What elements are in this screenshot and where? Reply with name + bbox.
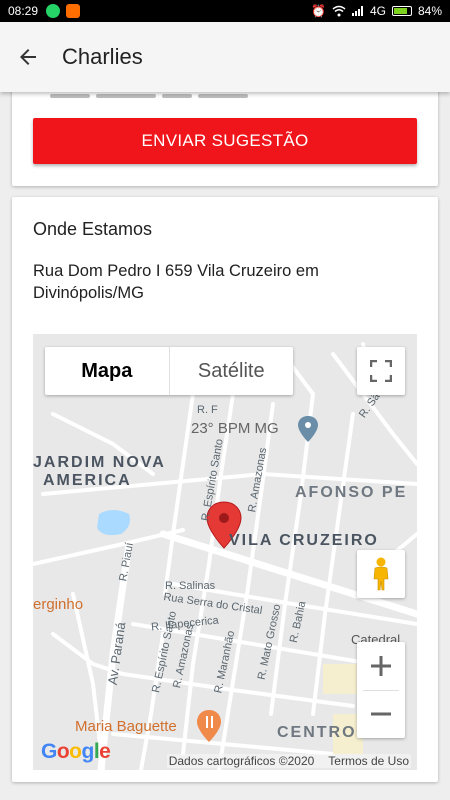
fullscreen-icon: [370, 360, 392, 382]
send-suggestion-button[interactable]: ENVIAR SUGESTÃO: [33, 118, 417, 164]
area-label-vila-cruzeiro: VILA CRUZEIRO: [229, 532, 379, 549]
page-title: Charlies: [62, 44, 143, 69]
map-type-selector: Mapa Satélite: [45, 347, 293, 395]
battery-percent: 84%: [417, 4, 442, 18]
street-salinas: R. Salinas: [165, 580, 216, 592]
battery-icon: [391, 6, 412, 16]
zoom-in-button[interactable]: [357, 642, 405, 690]
status-time: 08:29: [8, 4, 39, 18]
zoom-controls: [357, 642, 405, 738]
area-label-afonso: AFONSO PE: [295, 484, 408, 501]
poi-label-bpm: 23° BPM MG: [191, 420, 279, 437]
zoom-out-button[interactable]: [357, 690, 405, 738]
clipped-text-line: [50, 94, 290, 102]
terms-link[interactable]: Termos de Uso: [328, 754, 409, 768]
poi-label-serginho: erginho: [33, 596, 84, 613]
notification-app-icon: [66, 4, 81, 18]
suggestion-card: ENVIAR SUGESTÃO: [12, 84, 438, 186]
signal-icon: [351, 6, 363, 16]
whatsapp-icon: [46, 4, 61, 18]
street-view-button[interactable]: [357, 550, 405, 598]
location-card: Onde Estamos Rua Dom Pedro I 659 Vila Cr…: [12, 197, 438, 782]
google-logo[interactable]: Google: [41, 740, 111, 764]
status-bar: 08:29 ⏰ 4G 84%: [0, 0, 450, 22]
tab-map[interactable]: Mapa: [45, 347, 169, 395]
map-data-credit: Dados cartográficos ©2020: [168, 754, 315, 768]
area-label-america: AMERICA: [43, 472, 132, 489]
network-type: 4G: [369, 4, 386, 18]
address-text: Rua Dom Pedro I 659 Vila Cruzeiro em Div…: [33, 262, 319, 302]
map-attribution: Dados cartográficos ©2020 Termos de Uso: [166, 754, 411, 768]
area-label-centro: CENTRO: [277, 724, 357, 741]
wifi-icon: [332, 5, 346, 17]
fullscreen-button[interactable]: [357, 347, 405, 395]
minus-icon: [371, 712, 391, 716]
plus-icon: [371, 655, 391, 676]
arrow-left-icon: [20, 49, 36, 65]
app-bar: Charlies: [0, 22, 450, 92]
area-label-jardim: JARDIM NOVA: [33, 454, 166, 471]
section-title: Onde Estamos: [33, 219, 153, 239]
map-view[interactable]: 23° BPM MG JARDIM NOVA AMERICA AFONSO PE…: [33, 334, 417, 770]
pegman-icon: [373, 557, 389, 591]
back-button[interactable]: [2, 31, 54, 83]
alarm-icon: ⏰: [311, 4, 326, 18]
tab-satellite[interactable]: Satélite: [168, 347, 294, 395]
poi-label-baguette: Maria Baguette: [75, 718, 177, 735]
street-rf: R. F: [197, 404, 218, 416]
